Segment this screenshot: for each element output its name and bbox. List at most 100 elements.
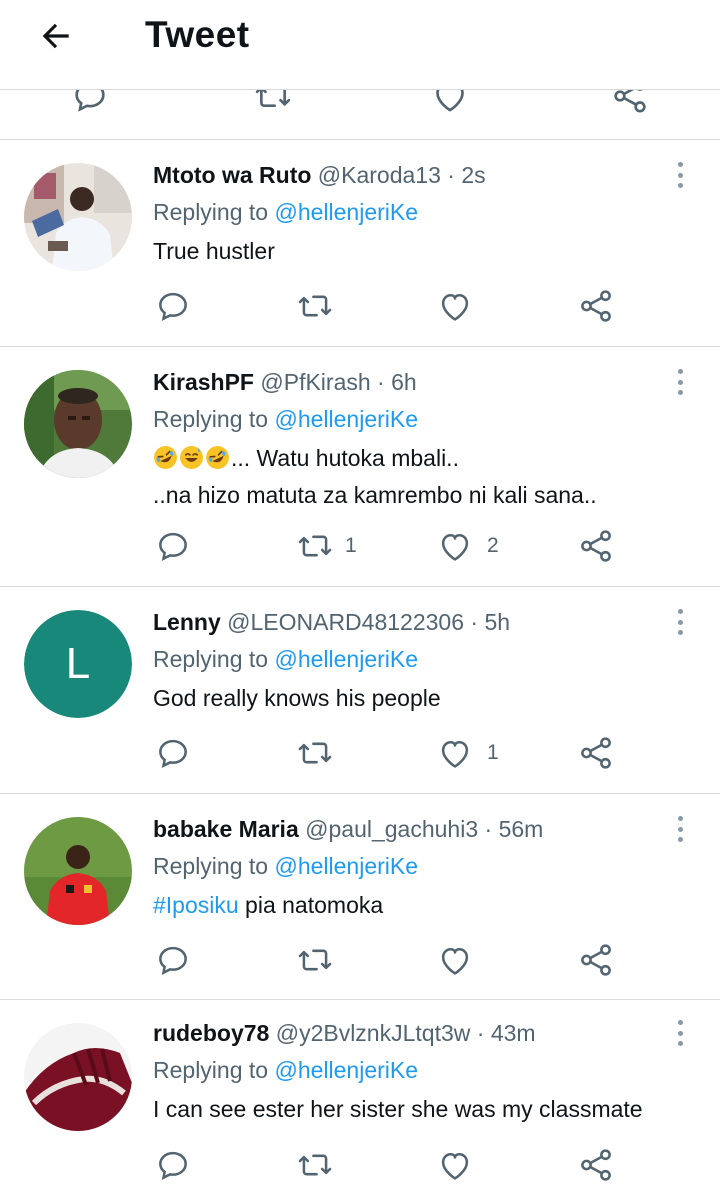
- share-button[interactable]: [576, 940, 616, 980]
- user-handle[interactable]: @LEONARD48122306: [227, 609, 464, 635]
- user-handle[interactable]: @paul_gachuhi3: [305, 816, 478, 842]
- share-button[interactable]: [576, 286, 616, 326]
- mention-link[interactable]: @hellenjeriKe: [274, 1057, 418, 1083]
- top-bar: Tweet: [0, 0, 720, 90]
- more-options-button[interactable]: [670, 814, 690, 844]
- like-button[interactable]: [435, 526, 475, 566]
- like-button[interactable]: [435, 733, 475, 773]
- main-retweet-button[interactable]: [253, 90, 293, 116]
- replying-to-label: Replying to: [153, 646, 269, 672]
- replying-to-label: Replying to: [153, 406, 269, 432]
- display-name[interactable]: babake Maria: [153, 816, 299, 842]
- reply-button[interactable]: [153, 286, 193, 326]
- mention-link[interactable]: @hellenjeriKe: [274, 646, 418, 672]
- reply-button[interactable]: [153, 526, 193, 566]
- arrow-left-icon: [42, 23, 69, 49]
- tweet-text-line: #Iposiku pia natomoka: [153, 888, 383, 922]
- reply-button[interactable]: [153, 1145, 193, 1184]
- retweet-count: 1: [345, 534, 357, 557]
- separator-dot: ·: [377, 369, 385, 395]
- display-name[interactable]: Lenny: [153, 609, 221, 635]
- share-icon: [581, 944, 611, 976]
- user-handle[interactable]: @y2BvlznkJLtqt3w: [276, 1020, 471, 1046]
- heart-icon: [441, 947, 469, 975]
- separator-dot: ·: [484, 816, 493, 842]
- replying-to-label: Replying to: [153, 199, 269, 225]
- user-handle[interactable]: @PfKirash: [260, 369, 370, 395]
- retweet-icon: [298, 295, 332, 317]
- retweet-button[interactable]: [295, 526, 335, 566]
- like-button[interactable]: [435, 286, 475, 326]
- share-icon: [581, 530, 611, 562]
- like-button[interactable]: [435, 1145, 475, 1184]
- main-like-button[interactable]: [430, 90, 470, 116]
- retweet-button[interactable]: [295, 940, 335, 980]
- retweet-icon: [298, 742, 332, 764]
- more-vertical-icon: [677, 1020, 683, 1025]
- heart-icon: [441, 740, 469, 768]
- reply-tweet[interactable]: KirashPF @PfKirash · 6h Replying to @hel…: [0, 347, 720, 587]
- avatar[interactable]: L: [24, 610, 132, 718]
- tweet-meta: Lenny @LEONARD48122306 · 5h: [153, 607, 510, 637]
- tweet-text: True hustler: [153, 238, 275, 264]
- reply-bubble-icon: [75, 90, 105, 112]
- reply-bubble-icon: [159, 292, 187, 321]
- retweet-icon: [298, 535, 332, 557]
- reply-button[interactable]: [153, 733, 193, 773]
- user-handle[interactable]: @Karoda13: [318, 162, 441, 188]
- mention-link[interactable]: @hellenjeriKe: [274, 199, 418, 225]
- reply-bubble-icon: [159, 1151, 187, 1180]
- reply-tweet[interactable]: Mtoto wa Ruto @Karoda13 · 2s Replying to…: [0, 140, 720, 347]
- avatar[interactable]: [24, 370, 132, 478]
- tweet-meta: babake Maria @paul_gachuhi3 · 56m: [153, 814, 543, 844]
- like-count: 1: [487, 741, 499, 764]
- retweet-button[interactable]: [295, 286, 335, 326]
- avatar-letter: L: [24, 610, 132, 718]
- replying-to: Replying to @hellenjeriKe: [153, 644, 418, 674]
- timestamp[interactable]: 5h: [484, 609, 510, 635]
- retweet-button[interactable]: [295, 733, 335, 773]
- retweet-button[interactable]: [295, 1145, 335, 1184]
- retweet-icon: [298, 949, 332, 971]
- avatar[interactable]: [24, 163, 132, 271]
- more-options-button[interactable]: [670, 367, 690, 397]
- timestamp[interactable]: 56m: [499, 816, 544, 842]
- display-name[interactable]: rudeboy78: [153, 1020, 269, 1046]
- rolling-on-floor-laughing-emoji: [154, 446, 177, 469]
- reply-tweet[interactable]: L Lenny @LEONARD48122306 · 5h Replying t…: [0, 587, 720, 794]
- share-button[interactable]: [576, 733, 616, 773]
- replying-to: Replying to @hellenjeriKe: [153, 1055, 418, 1085]
- more-options-button[interactable]: [670, 1018, 690, 1048]
- share-icon: [581, 290, 611, 322]
- timestamp[interactable]: 2s: [461, 162, 485, 188]
- more-options-button[interactable]: [670, 607, 690, 637]
- reply-tweet[interactable]: rudeboy78 @y2BvlznkJLtqt3w · 43m Replyin…: [0, 1000, 720, 1184]
- reply-tweet[interactable]: babake Maria @paul_gachuhi3 · 56m Replyi…: [0, 794, 720, 1000]
- timestamp[interactable]: 43m: [491, 1020, 536, 1046]
- timestamp[interactable]: 6h: [391, 369, 417, 395]
- share-icon: [614, 90, 646, 113]
- share-button[interactable]: [576, 526, 616, 566]
- retweet-icon: [298, 1154, 332, 1176]
- share-icon: [581, 737, 611, 769]
- tweet-meta: rudeboy78 @y2BvlznkJLtqt3w · 43m: [153, 1018, 536, 1048]
- back-button[interactable]: [34, 14, 78, 58]
- main-reply-button[interactable]: [70, 90, 110, 116]
- more-options-button[interactable]: [670, 160, 690, 190]
- replying-to-label: Replying to: [153, 1057, 269, 1083]
- avatar[interactable]: [24, 1023, 132, 1131]
- more-vertical-icon: [677, 369, 683, 374]
- separator-dot: ·: [470, 609, 479, 635]
- avatar[interactable]: [24, 817, 132, 925]
- display-name[interactable]: Mtoto wa Ruto: [153, 162, 311, 188]
- reply-button[interactable]: [153, 940, 193, 980]
- mention-link[interactable]: @hellenjeriKe: [274, 853, 418, 879]
- main-share-button[interactable]: [610, 90, 650, 116]
- display-name[interactable]: KirashPF: [153, 369, 254, 395]
- like-button[interactable]: [435, 940, 475, 980]
- page-title: Tweet: [145, 14, 250, 55]
- hashtag-link[interactable]: #Iposiku: [153, 892, 239, 918]
- more-vertical-icon: [677, 816, 683, 821]
- mention-link[interactable]: @hellenjeriKe: [274, 406, 418, 432]
- share-button[interactable]: [576, 1145, 616, 1184]
